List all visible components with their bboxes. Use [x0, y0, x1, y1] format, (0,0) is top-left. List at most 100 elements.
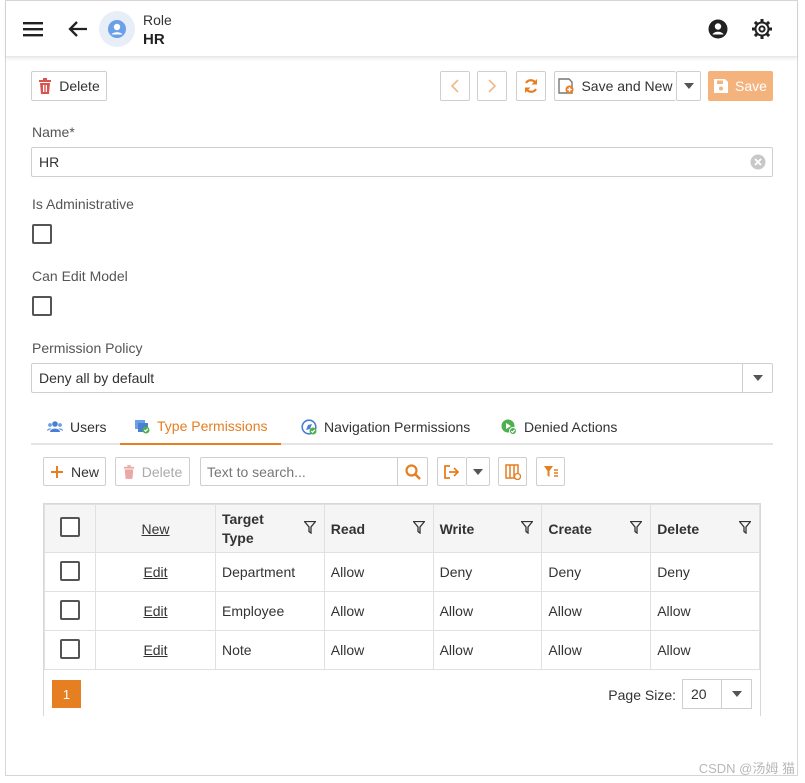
export-options-dropdown[interactable]	[466, 457, 490, 486]
filter-panel-button[interactable]	[536, 457, 565, 486]
column-chooser-button[interactable]	[498, 457, 527, 486]
write-cell: Deny	[432, 552, 543, 592]
select-all-header	[44, 504, 96, 553]
can-edit-model-checkbox[interactable]	[32, 296, 52, 316]
grid-delete-button[interactable]: Delete	[115, 457, 190, 486]
export-icon	[444, 464, 460, 479]
row-select-cell	[44, 552, 96, 592]
filter-icon[interactable]	[738, 520, 752, 537]
clear-input-icon[interactable]	[750, 154, 766, 173]
navigation-permissions-icon	[301, 419, 317, 435]
caret-down-icon	[473, 468, 483, 475]
top-header: Role HR	[6, 1, 797, 57]
table-row[interactable]: Edit Employee Allow Allow Allow Allow	[44, 591, 760, 631]
row-edit-link[interactable]: Edit	[143, 642, 167, 658]
settings-gear-icon[interactable]	[748, 15, 776, 43]
target-type-cell: Department	[215, 552, 325, 592]
write-cell: Allow	[432, 591, 543, 631]
table-row[interactable]: Edit Department Allow Deny Deny Deny	[44, 552, 760, 592]
page-size-value: 20	[691, 686, 707, 702]
row-edit-link[interactable]: Edit	[143, 603, 167, 619]
trash-icon	[123, 464, 134, 479]
refresh-icon	[524, 79, 538, 93]
previous-record-button[interactable]	[440, 71, 470, 101]
tab-users[interactable]: Users	[33, 409, 121, 445]
read-column-header[interactable]: Read	[323, 504, 434, 553]
row-checkbox[interactable]	[60, 599, 80, 620]
application-window: Role HR Delete Save and New Save Name* H…	[5, 0, 798, 776]
permission-policy-select[interactable]: Deny all by default	[31, 363, 773, 393]
filter-icon[interactable]	[629, 520, 644, 537]
account-icon[interactable]	[704, 15, 732, 43]
target-type-cell: Employee	[215, 591, 325, 631]
table-row[interactable]: Edit Note Allow Allow Allow Allow	[44, 630, 760, 670]
permission-policy-dropdown-icon[interactable]	[742, 364, 772, 392]
target-type-header-label: Target Type	[222, 510, 264, 546]
tab-navigation-permissions[interactable]: Navigation Permissions	[287, 409, 484, 445]
grid-new-label: New	[70, 463, 99, 480]
role-avatar	[99, 11, 135, 47]
chevron-left-icon	[450, 79, 459, 93]
grid-pager: 1 Page Size: 20	[44, 670, 760, 716]
select-all-checkbox[interactable]	[60, 517, 80, 537]
tab-denied-actions[interactable]: Denied Actions	[487, 409, 631, 445]
save-button[interactable]: Save	[708, 71, 773, 101]
plus-icon	[50, 465, 63, 478]
tab-denied-actions-label: Denied Actions	[524, 419, 618, 435]
trash-icon	[39, 78, 52, 94]
watermark: CSDN @汤姆 猫	[698, 761, 795, 776]
delete-header-label: Delete	[657, 520, 700, 537]
delete-column-header[interactable]: Delete	[650, 504, 760, 553]
delete-button[interactable]: Delete	[31, 71, 107, 101]
denied-actions-icon	[501, 419, 517, 435]
is-administrative-checkbox[interactable]	[32, 224, 52, 244]
users-icon	[47, 420, 63, 434]
row-checkbox[interactable]	[60, 560, 80, 581]
filter-icon[interactable]	[302, 520, 317, 537]
save-and-new-button[interactable]: Save and New	[554, 71, 676, 101]
create-column-header[interactable]: Create	[541, 504, 652, 553]
caret-down-icon	[683, 83, 694, 89]
create-cell: Deny	[541, 552, 652, 592]
export-button[interactable]	[437, 457, 466, 486]
write-cell: Allow	[432, 630, 543, 670]
filter-icon[interactable]	[411, 520, 426, 537]
chevron-down-icon[interactable]	[721, 680, 751, 708]
row-edit-link[interactable]: Edit	[143, 564, 167, 580]
create-cell: Allow	[541, 630, 652, 670]
name-field[interactable]: HR	[31, 147, 773, 177]
grid-delete-label: Delete	[141, 463, 183, 480]
target-type-column-header[interactable]: Target Type	[215, 504, 325, 553]
tab-navigation-permissions-label: Navigation Permissions	[324, 419, 471, 435]
grid-search-input[interactable]	[201, 458, 397, 485]
read-cell: Allow	[323, 630, 434, 670]
read-cell: Allow	[323, 591, 434, 631]
tab-users-label: Users	[70, 419, 107, 435]
search-icon[interactable]	[397, 458, 427, 485]
back-arrow-icon[interactable]	[64, 15, 92, 43]
page-size-select[interactable]: 20	[682, 679, 752, 709]
tab-type-permissions[interactable]: Type Permissions	[120, 409, 282, 445]
tab-type-permissions-label: Type Permissions	[157, 418, 268, 434]
user-circle-icon	[108, 20, 126, 38]
name-label: Name*	[32, 124, 75, 140]
refresh-button[interactable]	[516, 71, 546, 101]
read-cell: Allow	[323, 552, 434, 592]
create-header-label: Create	[548, 520, 592, 537]
menu-icon[interactable]	[19, 15, 47, 43]
type-permissions-icon	[134, 418, 150, 434]
filter-icon[interactable]	[520, 520, 535, 537]
delete-button-label: Delete	[59, 78, 100, 94]
grid-new-button[interactable]: New	[43, 457, 106, 486]
delete-cell: Allow	[650, 591, 760, 631]
page-1-button[interactable]: 1	[52, 680, 81, 708]
row-checkbox[interactable]	[60, 638, 80, 659]
new-column-header: New	[95, 504, 216, 553]
save-options-dropdown[interactable]	[676, 71, 701, 101]
save-and-new-label: Save and New	[581, 78, 673, 94]
grid-search-box	[200, 457, 428, 486]
grid-new-link[interactable]: New	[141, 521, 169, 537]
write-column-header[interactable]: Write	[432, 504, 543, 553]
row-edit-cell: Edit	[95, 630, 216, 670]
next-record-button[interactable]	[477, 71, 507, 101]
